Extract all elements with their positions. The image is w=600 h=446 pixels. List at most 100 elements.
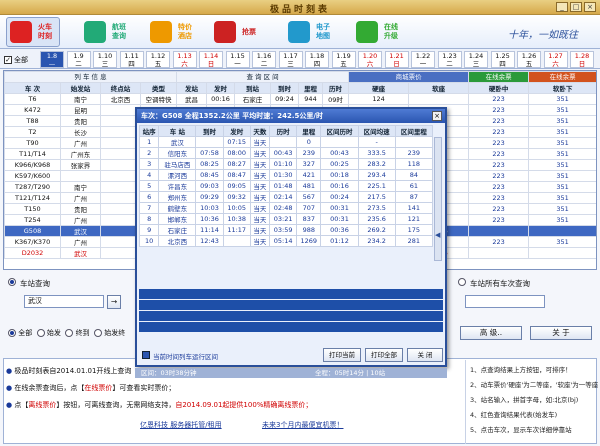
date-cell[interactable]: 1.27 六 — [543, 51, 568, 68]
column-header[interactable]: 软座 — [408, 82, 470, 94]
ad-link-hosting[interactable]: 亿恩科技 服务器托管/租用 — [140, 420, 222, 430]
date-cell[interactable]: 1.13 六 — [172, 51, 197, 68]
notice-line-3: ● 点【离线票价】按钮，可离线查询，无需网络支持，自2014.09.01起提供1… — [6, 401, 313, 409]
stop-row[interactable]: 3 驻马店西 08:25 08:27 当天 01:10 327 00:25 283.2 118 — [138, 158, 434, 170]
stop-column-header[interactable]: 站序 — [138, 125, 160, 137]
running-section-checkbox[interactable] — [142, 351, 150, 359]
hotel-button[interactable]: 特价 酒店 — [150, 17, 196, 47]
radio-all[interactable] — [8, 329, 16, 337]
group-ticket-price[interactable]: 商城票价 — [348, 71, 470, 83]
date-cell[interactable]: 1.28 日 — [570, 51, 594, 68]
group-ticket-count[interactable]: 在线余票 — [528, 71, 596, 83]
column-header[interactable]: 硬卧中 — [468, 82, 530, 94]
minimize-button[interactable]: _ — [556, 2, 568, 12]
column-header[interactable]: 软卧下 — [528, 82, 596, 94]
stop-column-header[interactable]: 区间里程 — [394, 125, 434, 137]
date-cell[interactable]: 1.21 日 — [384, 51, 409, 68]
column-header[interactable]: 发站 — [176, 82, 208, 94]
stop-column-header[interactable]: 区间历时 — [320, 125, 359, 137]
date-cell[interactable]: 1.15 一 — [225, 51, 250, 68]
tip-item: 1、点查询结果上方按钮，可排序！ — [470, 366, 572, 374]
stop-column-header[interactable]: 到时 — [195, 125, 224, 137]
date-cell[interactable]: 1.11 四 — [119, 51, 144, 68]
about-button[interactable]: 关 于 — [530, 326, 592, 340]
table-cell: 351 — [528, 236, 596, 248]
advanced-button[interactable]: 高 级.. — [460, 326, 522, 340]
print-all-button[interactable]: 打印全部 — [365, 348, 403, 362]
date-cell[interactable]: 1.26 五 — [517, 51, 541, 68]
column-header[interactable]: 发时 — [206, 82, 236, 94]
print-current-button[interactable]: 打印当前 — [323, 348, 361, 362]
stop-row[interactable]: 6 郑州东 09:29 09:32 当天 02:14 567 00:24 217.5 87 — [138, 191, 434, 203]
stop-column-header[interactable]: 里程 — [296, 125, 322, 137]
stop-column-header[interactable]: 区间均速 — [357, 125, 396, 137]
stop-column-header[interactable]: 发时 — [222, 125, 251, 137]
stop-row[interactable]: 7 鹤壁东 10:03 10:05 当天 02:48 707 00:31 273.5 141 — [138, 202, 434, 214]
scroll-left-arrow-icon[interactable]: ◀ — [435, 231, 440, 239]
stop-row[interactable]: 2 信阳东 07:58 08:00 当天 00:43 239 00:43 333.5 239 — [138, 147, 434, 159]
station-all-input[interactable] — [465, 295, 545, 308]
column-header[interactable]: 类型 — [139, 82, 178, 94]
stop-row[interactable]: 9 石家庄 11:14 11:17 当天 03:59 988 00:36 269.2 175 — [138, 224, 434, 236]
date-cell[interactable]: 1.10 三 — [93, 51, 117, 68]
upgrade-button[interactable]: 在线 升级 — [356, 17, 402, 47]
stop-row[interactable]: 1 武汉 07:15 当天 0 - — [138, 136, 434, 148]
date-cell[interactable]: 1.8— — [40, 51, 64, 68]
date-cell[interactable]: 1.18 四 — [305, 51, 329, 68]
date-cell[interactable]: 1.9 二 — [66, 51, 91, 68]
date-cell[interactable]: 1.19 五 — [331, 51, 356, 68]
table-cell: K367/K370 — [4, 236, 61, 248]
group-online-remain[interactable]: 在线余票 — [468, 71, 530, 83]
date-cell[interactable]: 1.17 三 — [278, 51, 303, 68]
stop-row[interactable]: 4 漯河西 08:45 08:47 当天 01:30 421 00:18 293.4 84 — [138, 169, 434, 181]
date-cell[interactable]: 1.20 六 — [358, 51, 382, 68]
column-header[interactable]: 到时 — [270, 82, 300, 94]
radio-start[interactable] — [36, 329, 45, 337]
column-header[interactable]: 车 次 — [4, 82, 61, 94]
maximize-button[interactable]: □ — [570, 2, 582, 12]
dialog-scrollbar[interactable] — [434, 137, 442, 261]
column-header[interactable]: 始发站 — [60, 82, 101, 94]
column-header[interactable]: 到站 — [234, 82, 272, 94]
swap-arrow-button[interactable]: → — [107, 295, 121, 309]
slogan: 十年，一如既往 — [508, 30, 578, 41]
stop-column-header[interactable]: 历时 — [269, 125, 298, 137]
date-cell[interactable]: 1.24 三 — [464, 51, 488, 68]
table-cell: 北京西 — [100, 93, 141, 105]
flight-query-button[interactable]: 航班 查询 — [84, 17, 130, 47]
table-row[interactable]: T6 南宁 北京西 空调特快 武昌 00:16 石家庄 09:24 944 09时 124 223 35… — [4, 93, 596, 105]
column-header[interactable]: 历时 — [322, 82, 350, 94]
upgrade-icon — [356, 21, 378, 43]
stop-cell: 鹤壁东 — [158, 202, 197, 214]
date-cell[interactable]: 1.23 二 — [437, 51, 462, 68]
dialog-close-button[interactable]: 关 闭 — [407, 348, 443, 362]
stop-column-header[interactable]: 天数 — [249, 125, 271, 137]
map-button[interactable]: 电子 地图 — [288, 17, 334, 47]
stop-cell — [195, 136, 224, 148]
close-window-button[interactable]: × — [584, 2, 596, 12]
column-header[interactable]: 里程 — [298, 82, 324, 94]
stop-row[interactable]: 10 北京西 12:43 当天 05:14 1269 01:12 234.2 281 — [138, 235, 434, 247]
date-cell[interactable]: 1.12 五 — [146, 51, 170, 68]
all-dates-checkbox[interactable]: ✓ — [4, 56, 12, 64]
date-cell[interactable]: 1.25 四 — [490, 51, 515, 68]
stop-row[interactable]: 5 许昌东 09:03 09:05 当天 01:48 481 00:16 225.1 61 — [138, 180, 434, 192]
column-header[interactable]: 硬座 — [348, 82, 410, 94]
dialog-close-icon[interactable]: × — [432, 111, 442, 121]
stop-column-header[interactable]: 车 站 — [158, 125, 197, 137]
column-header[interactable]: 终点站 — [100, 82, 141, 94]
grab-ticket-button[interactable]: 抢票 — [214, 17, 260, 47]
station-query-radio[interactable] — [8, 278, 16, 286]
radio-pass[interactable] — [94, 329, 103, 337]
station-all-radio[interactable] — [458, 278, 466, 286]
radio-end[interactable] — [65, 329, 74, 337]
ad-link-flights[interactable]: 未来3个月内最便宜机票！ — [262, 420, 343, 430]
station-input[interactable]: 武汉 — [24, 295, 104, 308]
stop-row[interactable]: 8 邯郸东 10:36 10:38 当天 03:21 837 00:31 235.6 121 — [138, 213, 434, 225]
train-timetable-button[interactable]: 火车 时刻 — [6, 17, 60, 47]
date-cell[interactable]: 1.22 一 — [411, 51, 435, 68]
stop-cell: 00:18 — [320, 169, 359, 181]
date-cell[interactable]: 1.16 二 — [252, 51, 276, 68]
stop-cell: 175 — [394, 224, 434, 236]
date-cell[interactable]: 1.14 日 — [199, 51, 223, 68]
